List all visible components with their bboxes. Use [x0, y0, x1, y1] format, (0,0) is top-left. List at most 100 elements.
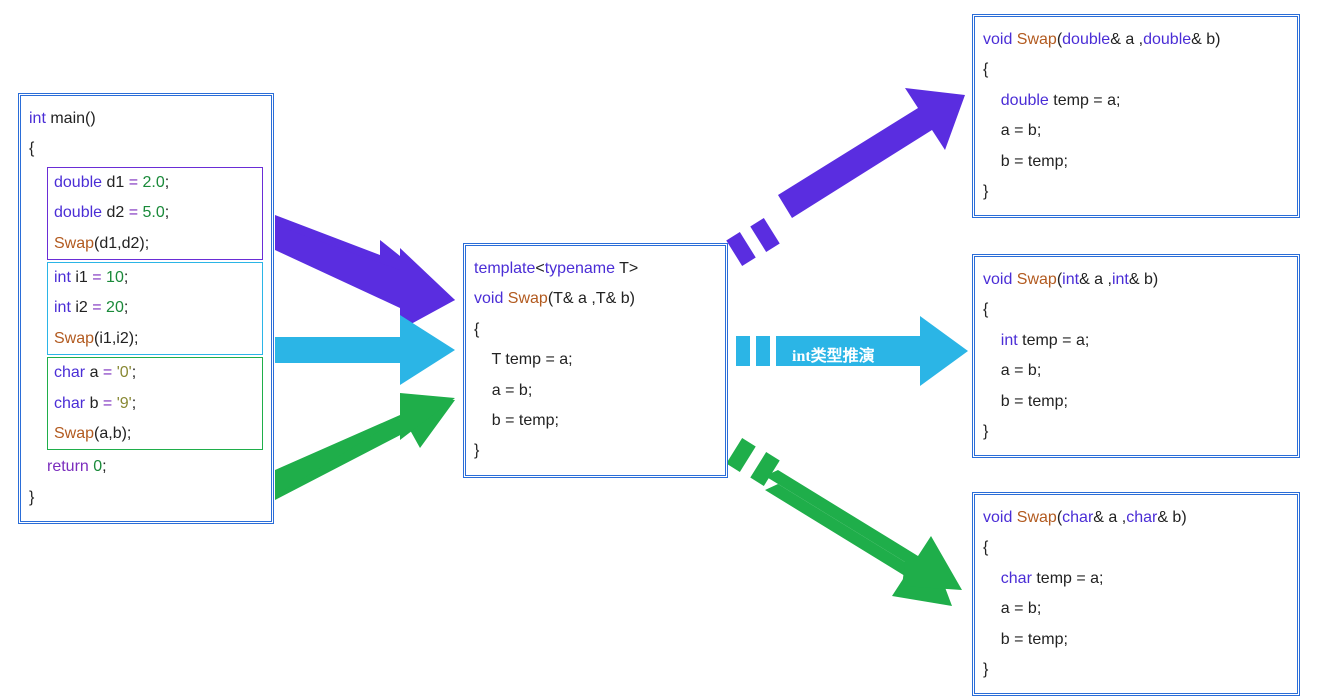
b2-l3-fn: Swap [54, 330, 94, 347]
b1-l2-var: d2 [102, 204, 129, 221]
template-code-box: template<typename T> void Swap(T& a ,T& … [463, 243, 728, 478]
od-l1t: double [1001, 92, 1049, 109]
b2-l2-type: int [54, 299, 71, 316]
label-int: int类型推演 [792, 342, 875, 366]
oi-fn: Swap [1012, 271, 1056, 288]
main-block-double: double d1 = 2.0; double d2 = 5.0; Swap(d… [47, 167, 263, 260]
tpl-lt: < [535, 260, 544, 277]
b1-l3-fn: Swap [54, 235, 94, 252]
od-l1r: temp = a; [1049, 92, 1121, 109]
oc-fn: Swap [1012, 509, 1056, 526]
b1-l1-val: 2.0 [138, 174, 165, 191]
oi-open: { [983, 295, 1289, 325]
b1-l1-type: double [54, 174, 102, 191]
oc-l1r: temp = a; [1032, 570, 1104, 587]
od-l1p [983, 92, 1001, 109]
oc-t1: char [1062, 509, 1093, 526]
b1-l1-var: d1 [102, 174, 129, 191]
oc-r2: & b) [1157, 509, 1186, 526]
od-fn: Swap [1012, 31, 1056, 48]
oc-r1: & a , [1093, 509, 1126, 526]
od-void: void [983, 31, 1012, 48]
tpl-void: void [474, 290, 503, 307]
tpl-l3: T temp = a; [474, 345, 717, 375]
oi-r1: & a , [1079, 271, 1112, 288]
label-char: char类型推演 [776, 500, 869, 571]
tpl-kw1: template [474, 260, 535, 277]
oc-open: { [983, 533, 1289, 563]
oc-l2: a = b; [983, 594, 1289, 624]
tpl-close: } [474, 436, 717, 466]
right-arrow-char [726, 438, 962, 606]
oc-l3: b = temp; [983, 625, 1289, 655]
left-arrow-char [275, 393, 455, 500]
b3-l3-rest: (a,b); [94, 425, 131, 442]
b3-l1-end: ; [132, 364, 136, 381]
main-ret-val: 0 [89, 458, 102, 475]
label-double: double类型推演 [772, 95, 878, 174]
b2-l2-end: ; [124, 299, 128, 316]
b1-l2-end: ; [165, 204, 169, 221]
od-open: { [983, 55, 1289, 85]
b2-l1-var: i1 [71, 269, 92, 286]
main-block-char: char a = '0'; char b = '9'; Swap(a,b); [47, 357, 263, 450]
tpl-open: { [474, 315, 717, 345]
main-ret-kw: return [47, 458, 89, 475]
b2-l1-type: int [54, 269, 71, 286]
main-code-box: int main() { double d1 = 2.0; double d2 … [18, 93, 274, 524]
oc-close: } [983, 655, 1289, 685]
b2-l3-rest: (i1,i2); [94, 330, 138, 347]
tpl-tgt: T> [615, 260, 638, 277]
b1-l1-end: ; [165, 174, 169, 191]
main-close-brace: } [29, 483, 263, 513]
b2-l1-end: ; [124, 269, 128, 286]
oi-l3: b = temp; [983, 387, 1289, 417]
od-r2: & b) [1191, 31, 1220, 48]
od-l2: a = b; [983, 116, 1289, 146]
output-double-box: void Swap(double& a ,double& b) { double… [972, 14, 1300, 218]
b2-l1-eq: = [92, 269, 101, 286]
tpl-fn: Swap [503, 290, 547, 307]
b2-l1-val: 10 [102, 269, 124, 286]
tpl-l4: a = b; [474, 376, 717, 406]
b3-l2-var: b [85, 395, 103, 412]
b3-l1-val: '0' [112, 364, 131, 381]
b3-l1-eq: = [103, 364, 112, 381]
main-block-int: int i1 = 10; int i2 = 20; Swap(i1,i2); [47, 262, 263, 355]
output-int-box: void Swap(int& a ,int& b) { int temp = a… [972, 254, 1300, 458]
b2-l2-eq: = [92, 299, 101, 316]
oc-t2: char [1126, 509, 1157, 526]
tpl-params: (T& a ,T& b) [548, 290, 635, 307]
b3-l3-fn: Swap [54, 425, 94, 442]
main-sig-type: int [29, 110, 46, 127]
left-arrow-double [275, 215, 455, 330]
b3-l1-var: a [85, 364, 103, 381]
od-close: } [983, 177, 1289, 207]
main-ret-end: ; [102, 458, 106, 475]
main-sig-name: main() [46, 110, 96, 127]
od-l3: b = temp; [983, 147, 1289, 177]
b1-l1-eq: = [129, 174, 138, 191]
main-open-brace: { [29, 134, 263, 164]
oc-l1p [983, 570, 1001, 587]
b3-l2-end: ; [132, 395, 136, 412]
oi-l1t: int [1001, 332, 1018, 349]
od-r1: & a , [1110, 31, 1143, 48]
b3-l2-type: char [54, 395, 85, 412]
oi-void: void [983, 271, 1012, 288]
oi-t1: int [1062, 271, 1079, 288]
output-char-box: void Swap(char& a ,char& b) { char temp … [972, 492, 1300, 696]
tpl-kw2: typename [545, 260, 615, 277]
b1-l2-val: 5.0 [138, 204, 165, 221]
b1-l2-eq: = [129, 204, 138, 221]
tpl-l5: b = temp; [474, 406, 717, 436]
b3-l2-eq: = [103, 395, 112, 412]
left-arrow-int [275, 315, 455, 385]
oi-l1r: temp = a; [1018, 332, 1090, 349]
oi-l1p [983, 332, 1001, 349]
oi-t2: int [1112, 271, 1129, 288]
b1-l3-rest: (d1,d2); [94, 235, 149, 252]
oi-r2: & b) [1129, 271, 1158, 288]
b3-l2-val: '9' [112, 395, 131, 412]
od-t2: double [1143, 31, 1191, 48]
